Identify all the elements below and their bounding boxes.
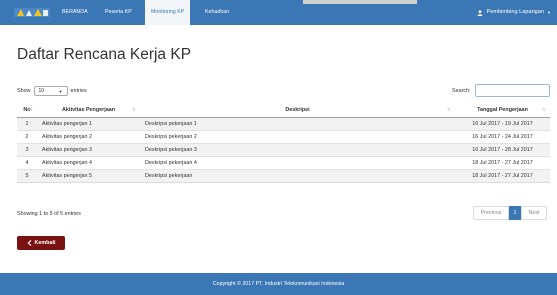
search-input[interactable]: [474, 84, 550, 97]
search-label: Search:: [452, 87, 471, 94]
column-tanggal[interactable]: Tanggal Pengerjaan ⇅: [455, 103, 550, 118]
cell-tanggal: 16 Jul 2017 - 24 Jul 2017: [455, 129, 550, 143]
search-control: Search:: [452, 84, 550, 97]
page-1-button[interactable]: 1: [509, 206, 521, 220]
caret-down-icon: ▼: [547, 10, 551, 15]
chevron-left-icon: [27, 240, 31, 246]
cell-no: 3: [17, 142, 37, 156]
back-button-label: Kembali: [34, 240, 56, 246]
cell-no: 2: [17, 129, 37, 143]
cell-tanggal: 16 Jul 2017 - 28 Jul 2017: [455, 142, 550, 156]
cell-aktivitas: Aktivitas pengerjan 3: [37, 142, 140, 156]
sort-icon: ⇅: [28, 107, 33, 113]
user-menu[interactable]: Pembimbing Lapangan ▼: [477, 0, 551, 25]
cell-tanggal: 18 Jul 2017 - 27 Jul 2017: [455, 155, 550, 169]
pagination: Previous 1 Next: [473, 206, 547, 220]
logo[interactable]: [14, 5, 50, 19]
footer: Copyright © 2017 PT. Industri Telekomuni…: [0, 273, 557, 295]
caret-down-icon: ▼: [58, 88, 63, 94]
cell-tanggal: 18 Jul 2017 - 27 Jul 2017: [455, 168, 550, 183]
cell-no: 4: [17, 155, 37, 169]
entries-value: 10: [38, 88, 45, 94]
window-notch: [303, 0, 417, 4]
nav-peserta-kp[interactable]: Peserta KP: [99, 0, 138, 25]
cell-aktivitas: Aktivitas pengerjan 1: [37, 116, 140, 130]
back-button[interactable]: Kembali: [17, 236, 65, 250]
nav-monitoring-kp[interactable]: Monitoring KP: [145, 0, 191, 25]
sort-icon: ⇅: [131, 107, 136, 113]
previous-button[interactable]: Previous: [473, 206, 509, 220]
entries-select[interactable]: 10 ▼: [33, 86, 68, 96]
cell-deskripsi: Deskripsi pekerjaan 1: [140, 116, 455, 130]
table-info: Showing 1 to 5 of 5 entries: [17, 211, 81, 217]
table-row: 3 Aktivitas pengerjan 3 Deskripsi pekerj…: [17, 142, 550, 156]
table-row: 5 Aktivitas pengerjan 5 Deskripsi pekerj…: [17, 168, 550, 183]
entries-length-control: Show 10 ▼ entries: [17, 86, 87, 96]
next-button[interactable]: Next: [521, 206, 547, 220]
sort-icon: ⇅: [446, 107, 451, 113]
page-title: Daftar Rencana Kerja KP: [17, 46, 192, 63]
table-row: 2 Aktivitas pengerjan 2 Deskripsi pekerj…: [17, 129, 550, 143]
show-label: Show: [17, 88, 31, 94]
cell-aktivitas: Aktivitas pengerjan 5: [37, 168, 140, 183]
user-icon: [478, 9, 483, 16]
sort-icon: ⇅: [541, 107, 546, 113]
cell-deskripsi: Deskripsi pekerjaan 2: [140, 129, 455, 143]
nav-kehadiran[interactable]: Kehadiran: [199, 0, 235, 25]
cell-deskripsi: Deskripsi pekerjaan 4: [140, 155, 455, 169]
table-row: 4 Aktivitas pengerjan 4 Deskripsi pekerj…: [17, 155, 550, 169]
table-header-row: No ⇅ Aktivitas Pengerjaan ⇅ Deskripsi ⇅ Tan…: [17, 103, 550, 118]
cell-deskripsi: Deskripsi pekerjaan: [140, 168, 455, 183]
cell-aktivitas: Aktivitas pengerjan 4: [37, 155, 140, 169]
nav-beranda[interactable]: BERANDA: [56, 0, 94, 25]
cell-tanggal: 16 Jul 2017 - 19 Jul 2017: [455, 116, 550, 130]
cell-deskripsi: Deskripsi pekerjaan 3: [140, 142, 455, 156]
top-navbar: BERANDA Peserta KP Monitoring KP Kehadir…: [0, 0, 557, 25]
column-deskripsi[interactable]: Deskripsi ⇅: [140, 103, 455, 118]
work-plan-table: No ⇅ Aktivitas Pengerjaan ⇅ Deskripsi ⇅ Tan…: [17, 103, 550, 183]
cell-no: 5: [17, 168, 37, 183]
cell-no: 1: [17, 116, 37, 130]
cell-aktivitas: Aktivitas pengerjan 2: [37, 129, 140, 143]
user-name: Pembimbing Lapangan: [486, 9, 545, 15]
column-no[interactable]: No ⇅: [17, 103, 37, 118]
column-aktivitas[interactable]: Aktivitas Pengerjaan ⇅: [37, 103, 140, 118]
table-row: 1 Aktivitas pengerjan 1 Deskripsi pekerj…: [17, 116, 550, 130]
entries-label: entries: [70, 88, 87, 94]
